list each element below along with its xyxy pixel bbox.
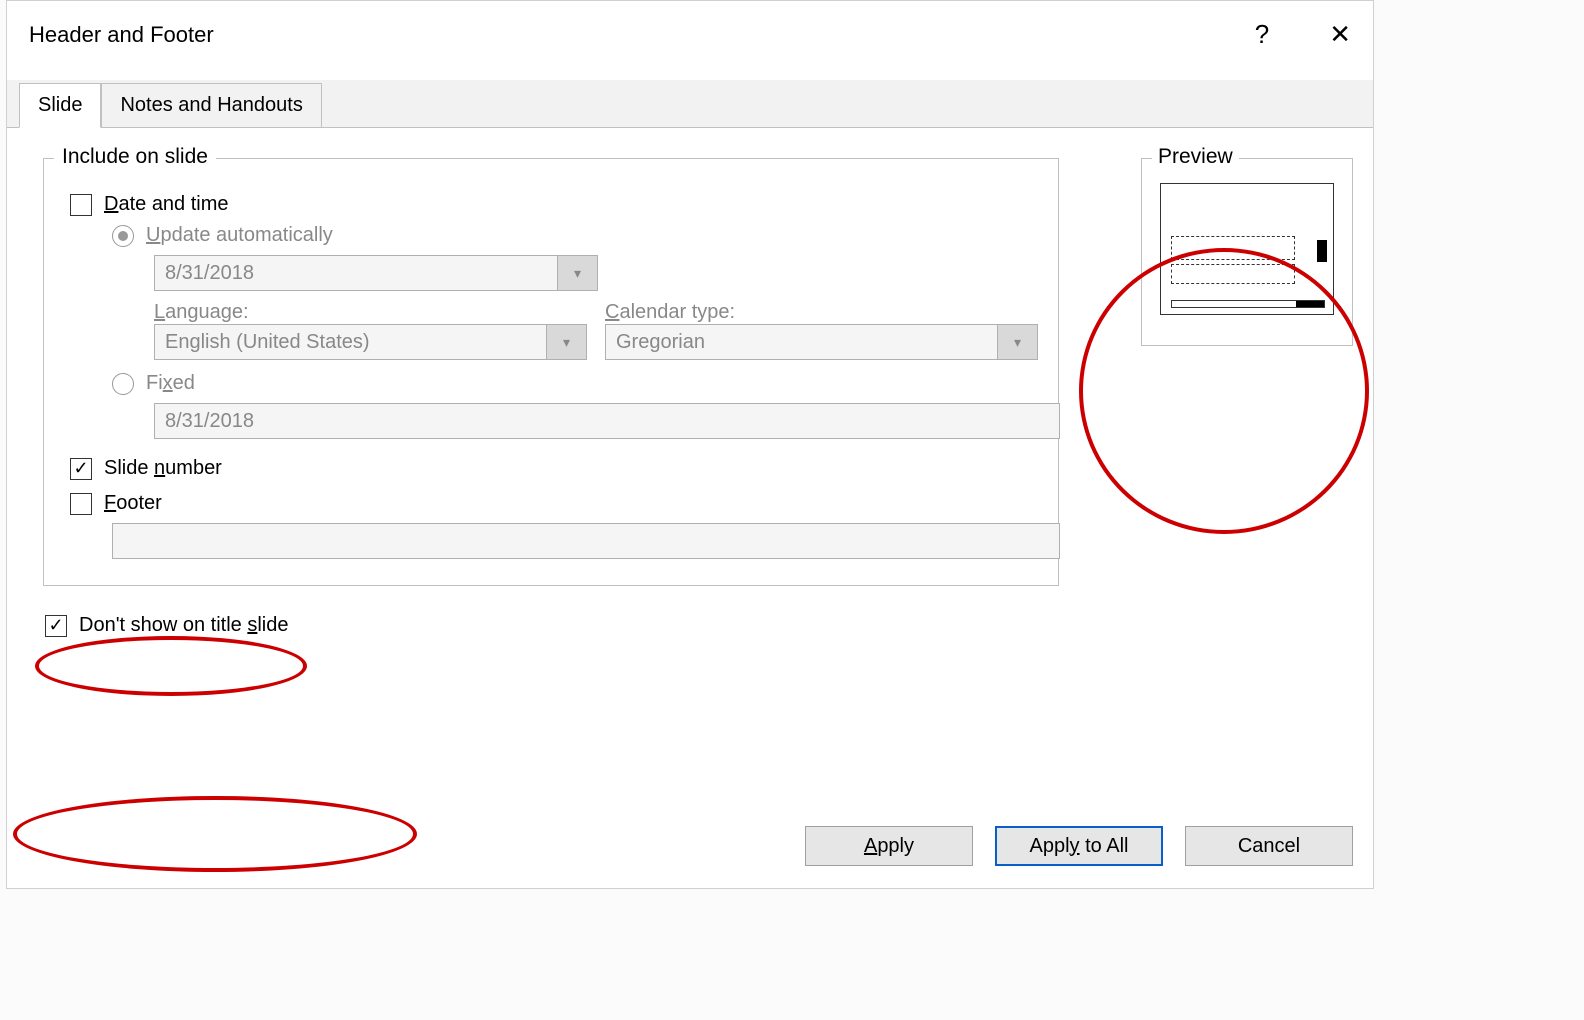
calendar-label: Calendar type: (605, 301, 1038, 324)
help-icon[interactable]: ? (1255, 19, 1269, 50)
preview-thumbnail (1160, 183, 1334, 315)
chevron-down-icon: ▾ (557, 256, 597, 290)
dialog-title: Header and Footer (29, 22, 214, 48)
dialog-buttons: Apply Apply to All Cancel (7, 808, 1373, 888)
cancel-button[interactable]: Cancel (1185, 826, 1353, 866)
footer-checkbox[interactable] (70, 493, 92, 515)
dont-show-title-label: Don't show on title slide (79, 614, 289, 637)
calendar-combo[interactable]: Gregorian ▾ (605, 324, 1038, 360)
tab-bar: Slide Notes and Handouts (7, 80, 1373, 128)
preview-footer-bar (1171, 300, 1325, 308)
apply-to-all-button[interactable]: Apply to All (995, 826, 1163, 866)
date-value: 8/31/2018 (165, 262, 254, 285)
chevron-down-icon: ▾ (546, 325, 586, 359)
update-auto-label: Update automatically (146, 224, 333, 247)
update-auto-radio[interactable] (112, 225, 134, 247)
header-footer-dialog: Header and Footer ? ✕ Slide Notes and Ha… (6, 0, 1374, 889)
slide-number-label: Slide number (104, 457, 222, 480)
fixed-label: Fixed (146, 372, 195, 395)
preview-placeholder (1171, 236, 1295, 260)
include-on-slide-group: Include on slide Date and time Update au… (43, 158, 1059, 586)
chevron-down-icon: ▾ (997, 325, 1037, 359)
fixed-date-input[interactable]: 8/31/2018 (154, 403, 1060, 439)
language-combo[interactable]: English (United States) ▾ (154, 324, 587, 360)
datetime-label: Date and time (104, 193, 229, 216)
preview-legend: Preview (1152, 145, 1239, 169)
language-label: Language: (154, 301, 587, 324)
close-icon[interactable]: ✕ (1329, 19, 1351, 50)
titlebar: Header and Footer ? ✕ (7, 1, 1373, 80)
fixed-date-value: 8/31/2018 (165, 410, 254, 433)
fixed-radio[interactable] (112, 373, 134, 395)
dont-show-title-checkbox[interactable]: ✓ (45, 615, 67, 637)
tab-notes-handouts[interactable]: Notes and Handouts (101, 83, 321, 127)
datetime-checkbox[interactable] (70, 194, 92, 216)
preview-placeholder (1171, 264, 1295, 284)
tab-slide[interactable]: Slide (19, 83, 101, 128)
tab-body: Include on slide Date and time Update au… (7, 128, 1373, 808)
date-combo[interactable]: 8/31/2018 ▾ (154, 255, 598, 291)
include-legend: Include on slide (54, 145, 216, 169)
footer-label: Footer (104, 492, 162, 515)
slide-number-checkbox[interactable]: ✓ (70, 458, 92, 480)
annotation-circle (35, 636, 307, 696)
apply-button[interactable]: Apply (805, 826, 973, 866)
language-value: English (United States) (165, 331, 370, 354)
window-controls: ? ✕ (1255, 19, 1351, 50)
preview-group: Preview (1141, 158, 1353, 346)
footer-input[interactable] (112, 523, 1060, 559)
preview-slide-number-marker (1317, 240, 1327, 262)
calendar-value: Gregorian (616, 331, 705, 354)
